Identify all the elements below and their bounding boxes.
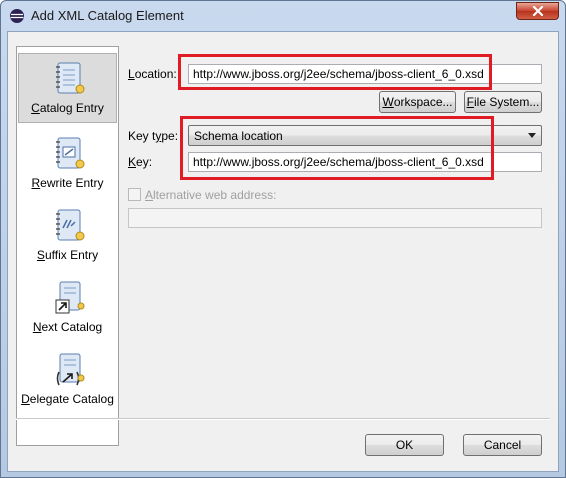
footer-separator bbox=[16, 418, 550, 420]
rewrite-entry-icon bbox=[55, 137, 84, 169]
cancel-button[interactable]: Cancel bbox=[463, 434, 542, 456]
sidebar-item-rewrite-entry[interactable]: Rewrite Entry bbox=[18, 129, 117, 199]
delegate-catalog-icon bbox=[56, 353, 84, 386]
alternative-web-address-checkbox[interactable] bbox=[128, 188, 141, 201]
close-icon bbox=[532, 6, 543, 16]
next-catalog-icon bbox=[55, 281, 84, 314]
workspace-button[interactable]: Workspace... bbox=[379, 91, 456, 113]
ok-button[interactable]: OK bbox=[365, 434, 444, 456]
file-system-button[interactable]: File System... bbox=[464, 91, 542, 113]
alternative-web-address-input[interactable] bbox=[128, 208, 542, 228]
sidebar-item-suffix-entry[interactable]: Suffix Entry bbox=[18, 201, 117, 271]
alternative-web-address-label: Alternative web address: bbox=[145, 188, 277, 202]
dialog-window: Add XML Catalog Element Catalog Entry Re… bbox=[0, 0, 566, 478]
title-bar[interactable]: Add XML Catalog Element bbox=[1, 1, 565, 31]
location-input[interactable]: http://www.jboss.org/j2ee/schema/jboss-c… bbox=[188, 64, 542, 84]
catalog-entry-icon bbox=[55, 62, 84, 94]
window-title: Add XML Catalog Element bbox=[31, 8, 184, 23]
sidebar-item-catalog-entry[interactable]: Catalog Entry bbox=[18, 53, 117, 123]
sidebar-item-delegate-catalog[interactable]: Delegate Catalog bbox=[18, 345, 117, 415]
key-input[interactable]: http://www.jboss.org/j2ee/schema/jboss-c… bbox=[188, 152, 542, 172]
location-label: Location: bbox=[128, 67, 177, 81]
key-label: Key: bbox=[128, 155, 153, 169]
sidebar-item-next-catalog[interactable]: Next Catalog bbox=[18, 273, 117, 343]
close-button[interactable] bbox=[516, 2, 559, 20]
chevron-down-icon[interactable] bbox=[528, 133, 536, 138]
key-type-selected: Schema location bbox=[194, 129, 283, 143]
entry-type-sidebar: Catalog Entry Rewrite Entry Suffix Entry… bbox=[16, 46, 119, 446]
dialog-client-area: Catalog Entry Rewrite Entry Suffix Entry… bbox=[7, 31, 559, 472]
suffix-entry-icon bbox=[55, 209, 84, 241]
key-type-label: Key type: bbox=[128, 129, 179, 143]
key-type-dropdown[interactable]: Schema location bbox=[188, 125, 542, 146]
eclipse-icon bbox=[10, 9, 24, 23]
